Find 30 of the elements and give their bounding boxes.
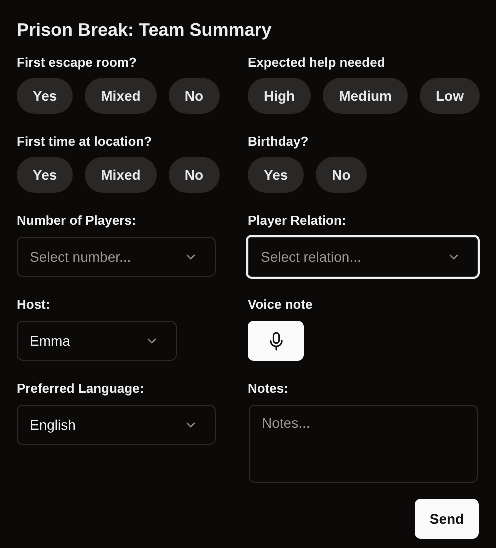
dropdown[interactable]: Select relation... [246,235,480,279]
option-chip[interactable]: No [316,157,367,193]
field-label: Expected help needed [248,55,386,71]
option-chip[interactable]: Yes [17,157,74,193]
dropdown[interactable]: Emma [17,321,177,361]
field-label: Voice note [248,297,314,313]
option-chip[interactable]: Mixed [85,157,157,193]
microphone-button[interactable] [248,321,304,361]
field-label: Player Relation: [248,213,348,229]
option-chip[interactable]: High [248,78,312,114]
option-chip[interactable]: Mixed [85,78,157,114]
form-title: Prison Break: Team Summary [17,19,273,42]
option-chip[interactable]: Yes [248,157,304,193]
option-chip[interactable]: Medium [323,78,408,114]
dropdown[interactable]: English [17,405,216,445]
field-label: Preferred Language: [17,381,146,397]
field-label: Host: [17,297,52,313]
option-chip[interactable]: No [168,157,220,193]
option-chip[interactable]: Yes [17,78,74,114]
dropdown[interactable]: Select number... [17,237,216,277]
field-label: Number of Players: [17,213,138,229]
field-label: First time at location? [17,134,154,150]
field-label: First escape room? [17,55,138,71]
field-label: Notes: [248,381,290,397]
send-button[interactable]: Send [415,499,479,539]
option-chip[interactable]: No [168,78,220,114]
field-label: Birthday? [248,134,310,150]
microphone-icon [268,332,284,350]
option-chip[interactable]: Low [420,78,480,114]
notes-field[interactable]: Notes... [249,405,478,483]
